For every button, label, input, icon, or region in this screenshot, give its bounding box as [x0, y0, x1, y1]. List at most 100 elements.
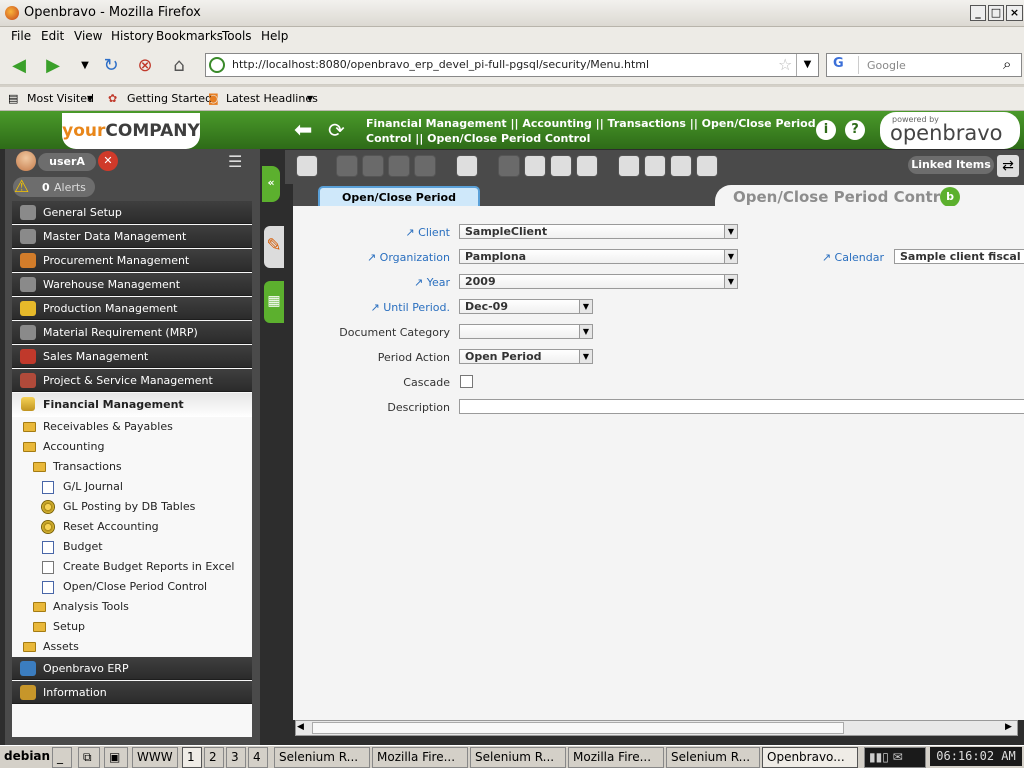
maximize-button[interactable]: □: [988, 5, 1004, 21]
save-next-icon[interactable]: [414, 155, 436, 177]
menu-item-open-close-period[interactable]: Open/Close Period Control: [63, 580, 207, 594]
task-selenium-1[interactable]: Selenium R...: [274, 747, 370, 768]
menu-history[interactable]: History: [111, 29, 154, 43]
save-icon[interactable]: [388, 155, 410, 177]
launcher-www[interactable]: WWW: [132, 747, 178, 768]
bookmark-getting-started[interactable]: Getting Started: [127, 92, 212, 105]
minimize-button[interactable]: _: [970, 5, 986, 21]
menu-item-gl-journal[interactable]: G/L Journal: [63, 480, 123, 494]
organization-select[interactable]: Pamplona ▼: [459, 249, 738, 264]
until-period-select[interactable]: Dec-09 ▼: [459, 299, 593, 314]
info-icon[interactable]: i: [816, 120, 836, 140]
menu-item-setup[interactable]: Setup: [53, 620, 85, 634]
menu-general-setup[interactable]: General Setup: [12, 201, 252, 224]
menu-bookmarks[interactable]: Bookmarks: [156, 29, 223, 43]
task-selenium-3[interactable]: Selenium R...: [666, 747, 760, 768]
grid-view-icon[interactable]: ▦: [264, 281, 284, 323]
workspace-1[interactable]: 1: [182, 747, 202, 768]
menu-item-assets[interactable]: Assets: [43, 640, 79, 654]
start-menu[interactable]: debian: [0, 747, 50, 768]
document-category-select[interactable]: ▼: [459, 324, 593, 339]
most-visited-dropdown-icon[interactable]: ▼: [87, 94, 93, 103]
menu-master-data[interactable]: Master Data Management: [12, 225, 252, 248]
menu-help[interactable]: Help: [261, 29, 288, 43]
linked-items-icon[interactable]: ⇄: [997, 155, 1019, 177]
hide-menu-icon[interactable]: «: [262, 166, 280, 202]
new-record-icon[interactable]: [296, 155, 318, 177]
menu-production[interactable]: Production Management: [12, 297, 252, 320]
undo-icon[interactable]: [498, 155, 520, 177]
menu-project-service[interactable]: Project & Service Management: [12, 369, 252, 392]
first-record-icon[interactable]: [618, 155, 640, 177]
bookmark-most-visited[interactable]: Most Visited: [27, 92, 94, 105]
search-icon[interactable]: ⌕: [1003, 55, 1011, 73]
terminal-icon[interactable]: ▣: [104, 747, 128, 768]
url-dropdown-icon[interactable]: ▼: [796, 54, 818, 76]
menu-item-receivables-payables[interactable]: Receivables & Payables: [43, 420, 173, 434]
cascade-checkbox[interactable]: [460, 375, 473, 388]
scrollbar-thumb[interactable]: [312, 722, 844, 734]
search-bar[interactable]: G Google ⌕: [826, 53, 1022, 77]
copy-record-icon[interactable]: [336, 155, 358, 177]
scroll-right-icon[interactable]: ▶: [1005, 722, 1012, 732]
menu-sales[interactable]: Sales Management: [12, 345, 252, 368]
menu-item-gl-posting[interactable]: GL Posting by DB Tables: [63, 500, 195, 514]
year-select[interactable]: 2009 ▼: [459, 274, 738, 289]
menu-item-budget[interactable]: Budget: [63, 540, 103, 554]
find-icon[interactable]: [550, 155, 572, 177]
menu-item-transactions[interactable]: Transactions: [53, 460, 122, 474]
menu-file[interactable]: File: [11, 29, 31, 43]
bookmark-latest-headlines[interactable]: Latest Headlines: [226, 92, 318, 105]
attachment-icon[interactable]: [524, 155, 546, 177]
save-new-icon[interactable]: [362, 155, 384, 177]
back-icon[interactable]: ◀: [8, 55, 30, 77]
bookmark-star-icon[interactable]: ☆: [778, 55, 792, 74]
previous-record-icon[interactable]: [644, 155, 666, 177]
linked-items-button[interactable]: Linked Items: [908, 156, 994, 174]
task-firefox-2[interactable]: Mozilla Fire...: [568, 747, 664, 768]
minimize-all-icon[interactable]: _: [52, 747, 72, 768]
description-input[interactable]: [459, 399, 1024, 414]
home-icon[interactable]: ⌂: [168, 55, 190, 77]
task-firefox-1[interactable]: Mozilla Fire...: [372, 747, 468, 768]
scroll-left-icon[interactable]: ◀: [297, 722, 304, 732]
menu-view[interactable]: View: [74, 29, 102, 43]
user-name[interactable]: userA: [38, 153, 96, 171]
menu-openbravo-erp[interactable]: Openbravo ERP: [12, 657, 252, 680]
last-record-icon[interactable]: [696, 155, 718, 177]
window-list-icon[interactable]: ⧉: [78, 747, 100, 768]
edit-view-icon[interactable]: ✎: [264, 226, 284, 268]
back-arrow-icon[interactable]: ⬅: [294, 118, 312, 143]
reload-icon[interactable]: ↻: [100, 55, 122, 77]
menu-financial-management[interactable]: Financial Management: [43, 398, 184, 412]
client-select[interactable]: SampleClient ▼: [459, 224, 738, 239]
forward-icon[interactable]: ▶: [42, 55, 64, 77]
menu-tools[interactable]: Tools: [222, 29, 252, 43]
task-openbravo[interactable]: Openbravo...: [762, 747, 858, 768]
next-record-icon[interactable]: [670, 155, 692, 177]
url-text[interactable]: http://localhost:8080/openbravo_erp_deve…: [232, 58, 649, 71]
logout-icon[interactable]: ✕: [98, 151, 118, 171]
menu-item-accounting[interactable]: Accounting: [43, 440, 104, 454]
horizontal-scrollbar[interactable]: ◀ ▶: [295, 720, 1018, 736]
search-input[interactable]: Google: [867, 59, 906, 72]
calendar-field[interactable]: Sample client fiscal calendar: [894, 249, 1024, 264]
menu-edit[interactable]: Edit: [41, 29, 64, 43]
refresh-icon[interactable]: ⟳: [328, 118, 345, 142]
help-icon[interactable]: ?: [845, 120, 865, 140]
period-action-select[interactable]: Open Period ▼: [459, 349, 593, 364]
collapse-menu-icon[interactable]: ☰: [228, 152, 250, 172]
delete-icon[interactable]: [456, 155, 478, 177]
menu-warehouse[interactable]: Warehouse Management: [12, 273, 252, 296]
url-bar[interactable]: http://localhost:8080/openbravo_erp_deve…: [205, 53, 819, 77]
menu-information[interactable]: Information: [12, 681, 252, 704]
workspace-4[interactable]: 4: [248, 747, 268, 768]
audit-icon[interactable]: [576, 155, 598, 177]
stop-icon[interactable]: ⊗: [134, 55, 156, 77]
history-dropdown-icon[interactable]: ▼: [74, 55, 96, 77]
workspace-3[interactable]: 3: [226, 747, 246, 768]
menu-item-reset-accounting[interactable]: Reset Accounting: [63, 520, 159, 534]
menu-item-analysis-tools[interactable]: Analysis Tools: [53, 600, 129, 614]
latest-headlines-dropdown-icon[interactable]: ▼: [307, 94, 313, 103]
search-engine-icon[interactable]: G: [829, 56, 859, 74]
